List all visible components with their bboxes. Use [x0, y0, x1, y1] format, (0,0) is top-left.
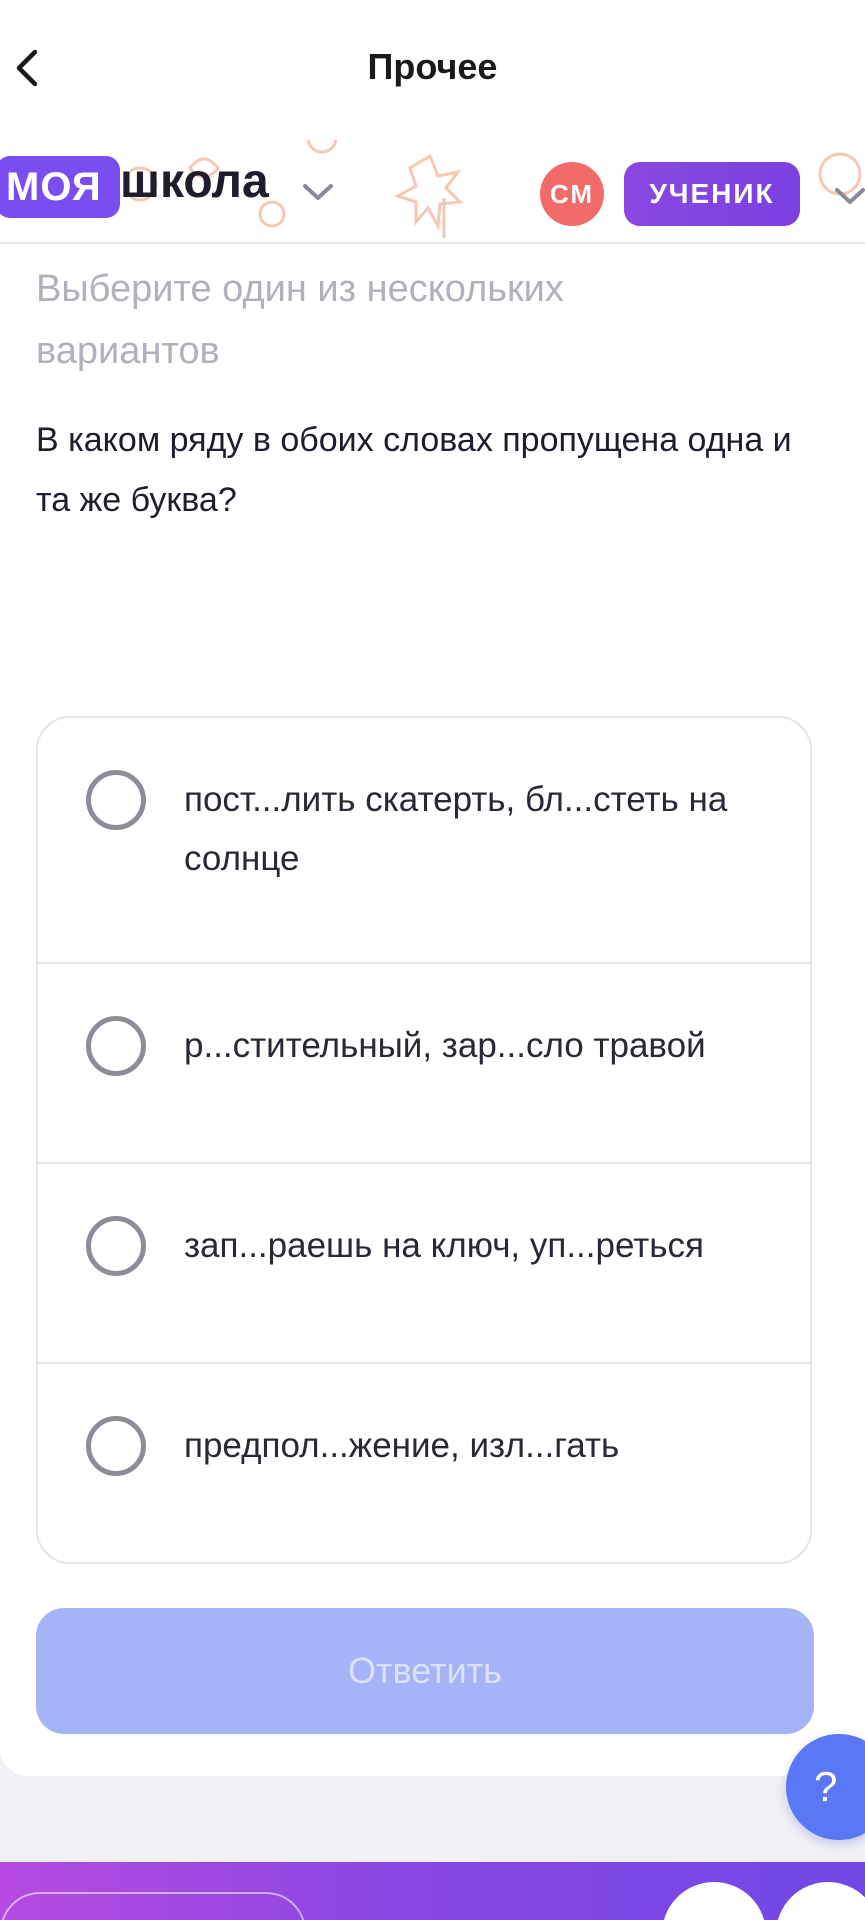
- brand-header: МОЯ школа СМ УЧЕНИК: [0, 140, 865, 244]
- answer-option[interactable]: пост...лить скатерть, бл...стеть на солн…: [38, 718, 810, 964]
- user-avatar[interactable]: СМ: [540, 162, 604, 226]
- logo-moya[interactable]: МОЯ: [0, 156, 120, 218]
- bottom-circle-button[interactable]: [662, 1882, 766, 1920]
- option-label: предпол...жение, изл...гать: [184, 1426, 620, 1465]
- task-hint: Выберите один из нескольких вариантов: [36, 268, 564, 372]
- option-label: зап...раешь на ключ, уп...реться: [184, 1226, 704, 1265]
- app-screen: Прочее МОЯ школа СМ УЧЕНИК Выберите один…: [0, 0, 865, 1920]
- option-label: пост...лить скатерть, бл...стеть на солн…: [184, 780, 728, 878]
- task-card: Выберите один из нескольких вариантов В …: [0, 244, 865, 1776]
- answer-options: пост...лить скатерть, бл...стеть на солн…: [36, 716, 812, 1564]
- role-chevron-down-icon[interactable]: [832, 184, 865, 208]
- answer-option[interactable]: р...стительный, зар...сло травой: [38, 964, 810, 1164]
- answer-option[interactable]: зап...раешь на ключ, уп...реться: [38, 1164, 810, 1364]
- bottom-bar: [0, 1862, 865, 1920]
- submit-answer-button[interactable]: Ответить: [36, 1608, 814, 1734]
- bottom-circle-button[interactable]: [776, 1882, 865, 1920]
- question-text: В каком ряду в обоих словах пропущена од…: [36, 421, 792, 519]
- page-title: Прочее: [367, 46, 498, 87]
- logo-shkola[interactable]: школа: [120, 154, 269, 209]
- radio-button[interactable]: [86, 1016, 146, 1076]
- role-badge[interactable]: УЧЕНИК: [624, 162, 800, 226]
- chevron-down-icon[interactable]: [300, 180, 336, 204]
- help-label: ?: [814, 1763, 838, 1810]
- radio-button[interactable]: [86, 1416, 146, 1476]
- answer-option[interactable]: предпол...жение, изл...гать: [38, 1364, 810, 1562]
- top-nav-bar: Прочее: [0, 0, 865, 140]
- radio-button[interactable]: [86, 1216, 146, 1276]
- option-label: р...стительный, зар...сло травой: [184, 1026, 706, 1065]
- bottom-pill-button[interactable]: [0, 1892, 306, 1920]
- radio-button[interactable]: [86, 770, 146, 830]
